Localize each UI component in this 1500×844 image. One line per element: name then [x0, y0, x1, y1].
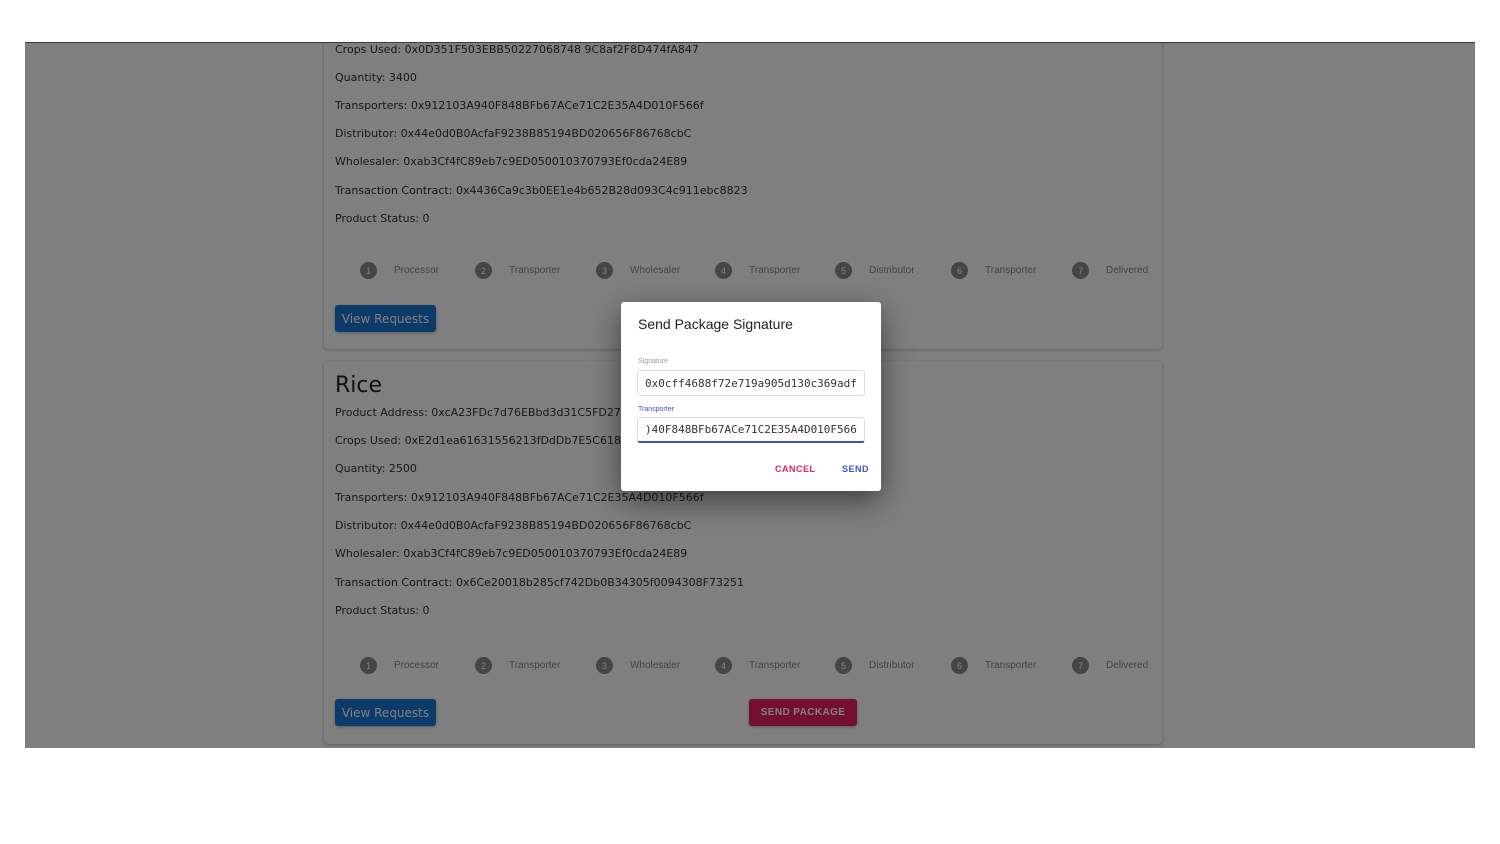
- send-package-dialog: Send Package Signature Signature Transpo…: [621, 302, 881, 491]
- signature-label: Signature: [638, 358, 668, 365]
- send-button[interactable]: SEND: [842, 464, 869, 474]
- signature-input[interactable]: [637, 370, 865, 396]
- transporter-label: Transporter: [638, 406, 674, 413]
- dialog-title: Send Package Signature: [638, 316, 793, 332]
- app-viewport: Crops Used: 0x0D351F503EBB50227068748 9C…: [25, 42, 1475, 748]
- cancel-button[interactable]: CANCEL: [775, 464, 816, 474]
- transporter-input[interactable]: [637, 417, 865, 443]
